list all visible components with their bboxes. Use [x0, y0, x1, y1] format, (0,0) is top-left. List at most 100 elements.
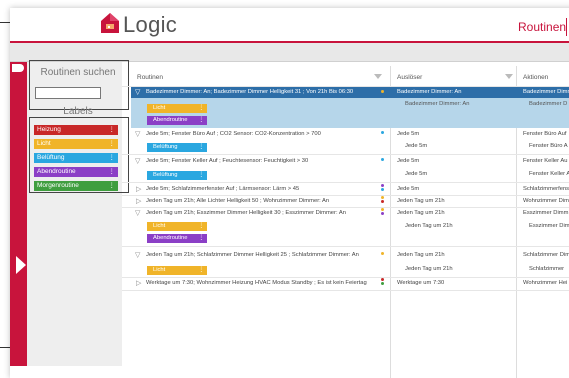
more-icon[interactable]: ⋮ [109, 125, 116, 135]
row-divider [122, 207, 569, 208]
more-icon[interactable]: ⋮ [109, 181, 116, 191]
label-heizung[interactable]: Heizung ⋮ [34, 125, 118, 135]
status-dot [381, 184, 384, 187]
more-icon[interactable]: ⋮ [198, 234, 204, 243]
more-icon[interactable]: ⋮ [109, 153, 116, 163]
routine-text: Jeden Tag um 21h; Alle Lichter Helligkei… [146, 198, 330, 204]
action-text: Schlafzimmer Dim [523, 252, 569, 258]
more-icon[interactable]: ⋮ [198, 222, 204, 231]
status-dot [381, 188, 384, 191]
action-text: Fenster Keller Au [523, 158, 568, 164]
action-text: Fenster Büro Auf [523, 131, 567, 137]
status-dot [381, 208, 384, 211]
chevron-right-icon[interactable]: ▷ [136, 279, 141, 287]
row-divider [122, 195, 569, 196]
label-name: Abendroutine [37, 168, 76, 175]
pill-licht[interactable]: Licht ⋮ [147, 222, 207, 231]
search-input[interactable] [35, 87, 101, 99]
status-dot [381, 90, 384, 93]
more-icon[interactable]: ⋮ [109, 167, 116, 177]
more-icon[interactable]: ⋮ [198, 143, 204, 152]
action-text: Wohnzimmer Dimm [523, 198, 569, 204]
trigger-sub-text: Jede 5m [405, 143, 428, 149]
label-name: Heizung [37, 126, 61, 133]
action-sub-text: Schlafzimmer [529, 266, 565, 272]
house-logo-icon [101, 13, 119, 33]
more-icon[interactable]: ⋮ [198, 171, 204, 180]
chevron-down-icon[interactable]: ▽ [135, 88, 140, 96]
top-bar: Logic Routinen [10, 8, 569, 43]
label-name: Morgenroutine [37, 182, 79, 189]
pill-label: Licht [153, 223, 166, 229]
app-title: Logic [123, 12, 178, 37]
rail-arrow-icon[interactable] [16, 256, 26, 274]
label-abendroutine[interactable]: Abendroutine ⋮ [34, 167, 118, 177]
status-dot [381, 196, 384, 199]
status-dot [381, 200, 384, 203]
pill-licht[interactable]: Licht ⋮ [147, 266, 207, 275]
pill-label: Abendroutine [153, 235, 188, 241]
routine-text: Werktage um 7:30; Wohnzimmer Heizung HVA… [146, 280, 367, 286]
more-icon[interactable]: ⋮ [198, 266, 204, 275]
filter-icon[interactable] [374, 74, 382, 79]
pill-licht[interactable]: Licht ⋮ [147, 104, 207, 113]
action-sub-text: Fenster Büro A [529, 143, 568, 149]
column-header-aktionen[interactable]: Aktionen [523, 74, 548, 81]
status-dot [381, 282, 384, 285]
action-text: Esszimmer Dimm [523, 210, 569, 216]
routine-text: Badezimmer Dimmer: An; Badezimmer Dimmer… [146, 89, 354, 95]
pill-label: Abendroutine [153, 117, 188, 123]
action-text: Schlafzimmerfenster [523, 186, 569, 192]
trigger-sub-text: Jeden Tag um 21h [405, 223, 453, 229]
pill-belueftung[interactable]: Belüftung ⋮ [147, 143, 207, 152]
pill-belueftung[interactable]: Belüftung ⋮ [147, 171, 207, 180]
chevron-right-icon[interactable]: ▷ [136, 185, 141, 193]
trigger-text: Jeden Tag um 21h [397, 210, 445, 216]
labels-title: Labels [63, 106, 93, 117]
nav-routinen[interactable]: Routinen [518, 20, 566, 34]
filter-icon[interactable] [505, 74, 513, 79]
status-dot [381, 212, 384, 215]
trigger-text: Jede 5m [397, 131, 420, 137]
pill-label: Belüftung [153, 144, 178, 150]
trigger-text: Jede 5m [397, 186, 420, 192]
more-icon[interactable]: ⋮ [109, 139, 116, 149]
action-text: Badezimmer Dimmer [523, 89, 569, 95]
row-divider [122, 182, 569, 183]
status-dot [381, 158, 384, 161]
trigger-text: Jeden Tag um 21h [397, 198, 445, 204]
trigger-sub-text: Badezimmer Dimmer: An [405, 101, 470, 107]
row-divider [122, 290, 569, 291]
row-divider [122, 277, 569, 278]
chevron-down-icon[interactable]: ▽ [135, 209, 140, 217]
label-belueftung[interactable]: Belüftung ⋮ [34, 153, 118, 163]
more-icon[interactable]: ⋮ [198, 104, 204, 113]
search-label: Routinen suchen [40, 67, 116, 78]
status-dot [381, 278, 384, 281]
column-header-ausloeser[interactable]: Auslöser [397, 74, 422, 81]
column-header-routinen[interactable]: Routinen [137, 74, 163, 81]
action-sub-text: Fenster Keller A [529, 171, 569, 177]
status-dot [381, 131, 384, 134]
pill-abendroutine[interactable]: Abendroutine ⋮ [147, 116, 207, 125]
pill-abendroutine[interactable]: Abendroutine ⋮ [147, 234, 207, 243]
rail-tab-icon[interactable] [12, 64, 24, 72]
label-morgenroutine[interactable]: Morgenroutine ⋮ [34, 181, 118, 191]
chevron-right-icon[interactable]: ▷ [136, 197, 141, 205]
chevron-down-icon[interactable]: ▽ [135, 157, 140, 165]
action-text: Wohnzimmer Hei [523, 280, 568, 286]
routine-text: Jeden Tag um 21h; Schlafzimmer Dimmer He… [146, 252, 359, 258]
action-sub-text: Badezimmer D [529, 101, 568, 107]
row-divider [122, 246, 569, 247]
label-licht[interactable]: Licht ⋮ [34, 139, 118, 149]
trigger-text: Badezimmer Dimmer: An [397, 89, 462, 95]
label-name: Licht [37, 140, 51, 147]
chevron-down-icon[interactable]: ▽ [135, 130, 140, 138]
pill-label: Licht [153, 105, 166, 111]
trigger-text: Jeden Tag um 21h [397, 252, 445, 258]
row-divider [122, 154, 569, 155]
nav-separator [566, 18, 567, 36]
more-icon[interactable]: ⋮ [198, 116, 204, 125]
trigger-text: Jede 5m [397, 158, 420, 164]
chevron-down-icon[interactable]: ▽ [135, 251, 140, 259]
